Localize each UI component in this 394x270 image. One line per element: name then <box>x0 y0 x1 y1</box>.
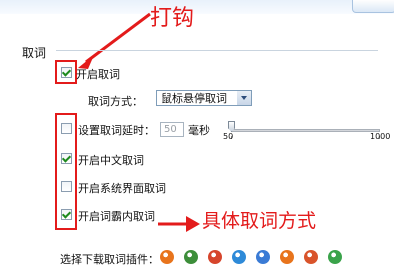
sogou-icon[interactable] <box>280 250 294 264</box>
arrow-to-checkbox <box>85 12 151 64</box>
firefox-icon[interactable] <box>160 250 174 264</box>
chevron-down-icon[interactable] <box>237 91 251 105</box>
lookup-delay-unit: 毫秒 <box>188 124 210 137</box>
slider-min-label: 50 <box>223 132 234 141</box>
chrome-alt-icon[interactable] <box>208 250 222 264</box>
slider-max-label: 1000 <box>370 132 391 141</box>
chinese-lookup-checkbox[interactable] <box>61 153 72 164</box>
lookup-method-select[interactable]: 鼠标悬停取词 <box>156 90 252 106</box>
maxthon-icon[interactable] <box>256 250 270 264</box>
arrow-head-method <box>186 216 200 232</box>
plugin-icons-row <box>160 250 342 264</box>
lookup-method-label: 取词方式： <box>88 95 143 108</box>
plugin-download-label: 选择下载取词插件： <box>60 253 159 266</box>
lookup-delay-input[interactable]: 50 <box>160 122 184 137</box>
pdf-lookup-label: 开启词霸内取词 <box>78 210 155 223</box>
system-ui-lookup-label: 开启系统界面取词 <box>78 182 166 195</box>
lookup-method-value: 鼠标悬停取词 <box>161 92 227 105</box>
qq-browser-icon[interactable] <box>328 250 342 264</box>
section-title: 取词 <box>22 46 47 60</box>
pdf-lookup-checkbox[interactable] <box>61 209 72 220</box>
chinese-lookup-label: 开启中文取词 <box>78 154 144 167</box>
section-divider <box>56 50 378 51</box>
browser360-icon[interactable] <box>232 250 246 264</box>
liebao-icon[interactable] <box>304 250 318 264</box>
lookup-delay-checkbox[interactable] <box>61 123 72 134</box>
enable-lookup-label: 开启取词 <box>76 68 120 81</box>
lookup-delay-slider[interactable] <box>231 129 380 132</box>
system-ui-lookup-checkbox[interactable] <box>61 181 72 192</box>
lookup-delay-label: 设置取词延时： <box>78 124 155 137</box>
enable-lookup-checkbox[interactable] <box>61 67 72 78</box>
chrome-icon[interactable] <box>184 250 198 264</box>
